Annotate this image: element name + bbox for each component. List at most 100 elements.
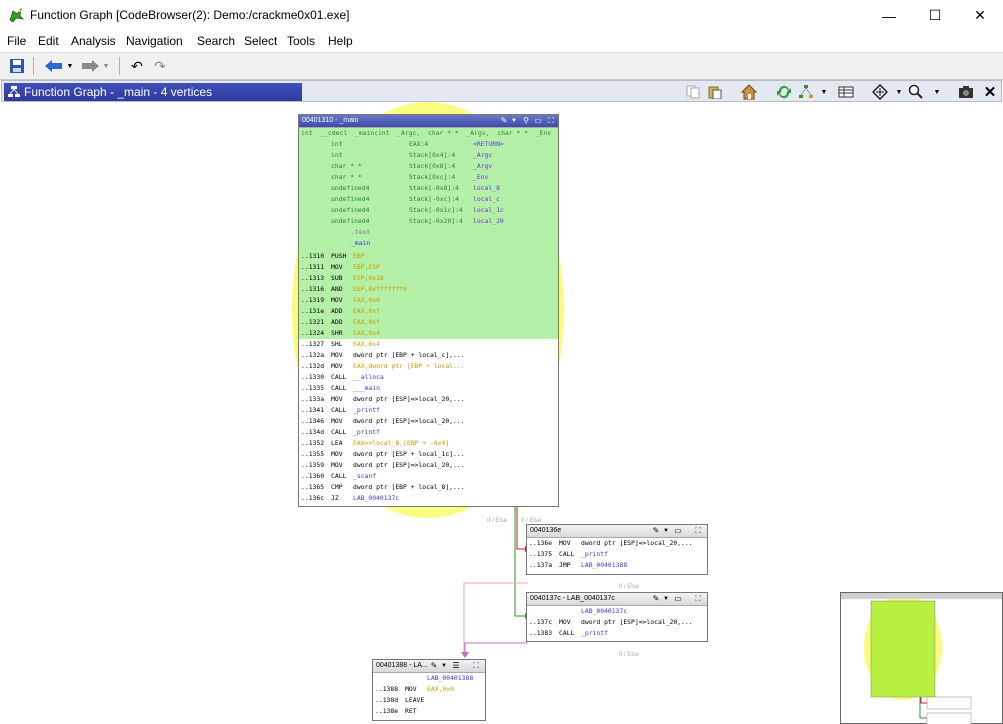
zoom-dropdown-icon[interactable]: ▼ [929,84,945,100]
instruction-row[interactable]: ..1310 PUSH EBP [299,251,558,262]
home-icon[interactable] [741,84,757,100]
instruction-row[interactable]: ..1327 SHL EAX,0x4 [299,339,558,350]
code-block-0040137c[interactable]: 0040137c - LAB_0040137c ✎ ▼ ▭ ⛶ LAB_0040… [526,592,708,642]
zoom-icon[interactable] [908,84,924,100]
instruction-row[interactable]: ..138e RET [373,706,485,717]
instruction-operands: EBP [353,252,365,260]
instruction-row[interactable]: ..137a JMP LAB_00401388 [527,560,707,571]
navigate-dropdown-icon[interactable]: ▼ [891,84,907,100]
menu-navigation[interactable]: Navigation [126,34,183,48]
edit-dropdown-icon[interactable]: ▼ [439,661,449,671]
redo-icon[interactable]: ↷ [151,57,169,75]
instruction-row[interactable]: ..1359 MOV dword ptr [ESP]=>local_20,... [299,460,558,471]
group-block-icon[interactable]: ⛶ [546,116,556,126]
save-icon[interactable] [8,57,26,75]
edit-dropdown-icon[interactable]: ▼ [661,594,671,604]
instruction-row[interactable]: ..134d CALL _printf [299,427,558,438]
forward-dropdown-icon[interactable]: ▼ [102,57,110,75]
close-button[interactable]: ✕ [957,0,1003,31]
edit-icon[interactable]: ✎ [499,116,509,126]
menu-file[interactable]: File [7,34,26,48]
edit-icon[interactable]: ✎ [429,661,439,671]
close-panel-icon[interactable]: ✕ [982,84,998,101]
function-graph-canvas[interactable]: If / Else If / Else If / Else If / Else … [1,102,1003,724]
zoom-block-icon[interactable]: ⚲ [521,116,531,126]
variable-name: <RETURN> [473,140,504,148]
menu-edit[interactable]: Edit [38,34,59,48]
instruction-row[interactable]: ..137c MOV dword ptr [ESP]=>local_20,... [527,617,707,628]
instruction-row[interactable]: ..136e MOV dword ptr [ESP]=>local_20,... [527,538,707,549]
restore-block-icon[interactable]: ▭ [673,526,683,536]
code-block-00401388[interactable]: 00401388 - LA... ✎ ▼ ☰ ⛶ LAB_00401388 ..… [372,659,486,721]
group-block-icon[interactable]: ⛶ [471,661,481,671]
instruction-operands: EAX,dword ptr [EBP + local... [353,362,465,370]
edit-icon[interactable]: ✎ [651,526,661,536]
back-arrow-icon[interactable] [42,57,66,75]
instruction-row[interactable]: ..131e ADD EAX,0xf [299,306,558,317]
instruction-row[interactable]: ..1341 CALL _printf [299,405,558,416]
instruction-row[interactable]: ..1330 CALL __alloca [299,372,558,383]
refresh-icon[interactable] [776,84,792,100]
instruction-row[interactable]: ..133a MOV dword ptr [ESP]=>local_20,... [299,394,558,405]
code-block-main[interactable]: 00401310 - _main ✎ ▼ ⚲ ▭ ⛶ int __cdecl _… [298,114,559,507]
restore-block-icon[interactable]: ▭ [673,594,683,604]
navigate-icon[interactable] [872,84,888,100]
maximize-button[interactable]: ☐ [912,0,958,31]
satellite-view[interactable] [840,592,1003,724]
block-header: 0040136e ✎ ▼ ▭ ⛶ [527,525,707,538]
back-dropdown-icon[interactable]: ▼ [66,57,74,75]
function-graph-tab[interactable]: Function Graph - _main - 4 vertices (cra… [4,83,302,117]
instruction-row[interactable]: ..1316 AND ESP,0xfffffff0 [299,284,558,295]
snapshot-icon[interactable] [958,84,974,100]
edit-dropdown-icon[interactable]: ▼ [509,116,519,126]
instruction-row[interactable]: ..1311 MOV EBP,ESP [299,262,558,273]
copy-icon[interactable] [685,84,701,100]
instruction-address: ..1352 [301,439,325,447]
instruction-row[interactable]: ..132a MOV dword ptr [EBP + local_c],... [299,350,558,361]
menu-analysis[interactable]: Analysis [71,34,116,48]
paste-icon[interactable] [707,84,723,100]
instruction-row[interactable]: ..136c JZ LAB_0040137c [299,493,558,504]
minimize-button[interactable]: — [866,0,912,31]
instruction-row[interactable]: ..1388 MOV EAX,0x0 [373,684,485,695]
restore-block-icon[interactable]: ☰ [451,661,461,671]
instruction-address: ..1324 [301,329,325,337]
instruction-row[interactable]: ..1352 LEA EAX=>local_8,[EBP + -0x4] [299,438,558,449]
code-block-0040136e[interactable]: 0040136e ✎ ▼ ▭ ⛶ ..136e MOV dword ptr [ESP… [526,524,708,575]
instruction-row[interactable]: ..1319 MOV EAX,0x0 [299,295,558,306]
instruction-row[interactable]: ..1375 CALL _printf [527,549,707,560]
edge-jmp [463,582,528,652]
instruction-operands: __alloca [353,373,384,381]
menu-search[interactable]: Search [197,34,235,48]
instruction-row[interactable]: ..1313 SUB ESP,0x18 [299,273,558,284]
menu-help[interactable]: Help [328,34,353,48]
instruction-row[interactable]: ..1355 MOV dword ptr [ESP + local_1c]... [299,449,558,460]
instruction-address: ..137a [529,561,553,569]
group-block-icon[interactable]: ⛶ [693,594,703,604]
instruction-row[interactable]: ..1365 CMP dword ptr [EBP + local_8],... [299,482,558,493]
instruction-row[interactable]: ..1383 CALL _printf [527,628,707,639]
undo-icon[interactable]: ↶ [128,57,146,75]
edit-icon[interactable]: ✎ [651,594,661,604]
instruction-row[interactable]: ..1324 SHR EAX,0x4 [299,328,558,339]
edit-dropdown-icon[interactable]: ▼ [661,526,671,536]
satellite-graph [864,599,972,724]
instruction-row[interactable]: ..132d MOV EAX,dword ptr [EBP + local... [299,361,558,372]
instruction-mnemonic: MOV [331,263,343,271]
instruction-row[interactable]: ..138d LEAVE [373,695,485,706]
menu-select[interactable]: Select [244,34,277,48]
instruction-mnemonic: MOV [331,362,343,370]
menu-tools[interactable]: Tools [287,34,315,48]
instruction-address: ..132a [301,351,325,359]
instruction-row[interactable]: ..1335 CALL ___main [299,383,558,394]
group-block-icon[interactable]: ⛶ [693,526,703,536]
instruction-row[interactable]: ..1346 MOV dword ptr [ESP]=>local_20,... [299,416,558,427]
instruction-row[interactable]: ..1321 ADD EAX,0xf [299,317,558,328]
layout-icon[interactable] [798,84,814,100]
layout-dropdown-icon[interactable]: ▼ [816,84,832,100]
restore-block-icon[interactable]: ▭ [533,116,543,126]
instruction-row[interactable]: ..1360 CALL _scanf [299,471,558,482]
forward-arrow-icon[interactable] [78,57,102,75]
table-view-icon[interactable] [838,84,854,100]
instruction-operands: EAX,0x0 [353,296,380,304]
